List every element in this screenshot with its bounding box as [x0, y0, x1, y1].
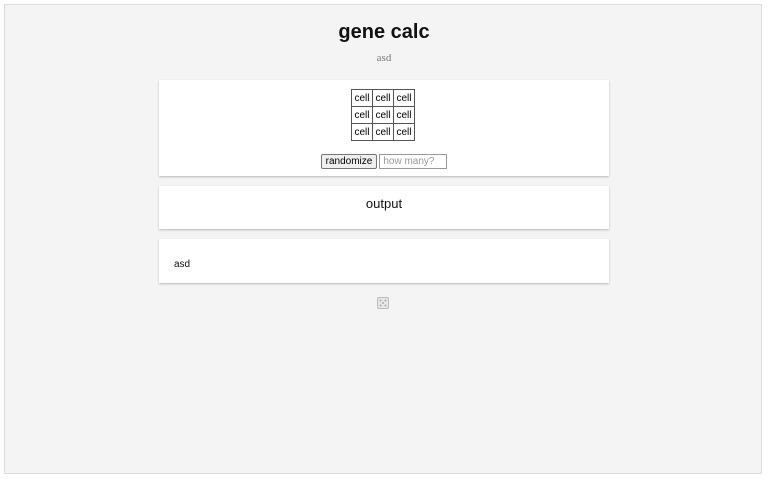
note-text: asd	[174, 259, 191, 270]
page-title: gene calc	[338, 21, 430, 43]
grid-cell[interactable]: cell	[393, 106, 415, 124]
page-subtitle: asd	[376, 52, 392, 64]
grid-controls: randomize	[159, 152, 609, 170]
output-card: output	[159, 186, 609, 229]
grid-cell[interactable]: cell	[351, 123, 373, 141]
grid-cell[interactable]: cell	[393, 123, 415, 141]
output-heading: output	[365, 196, 403, 211]
grid-cell[interactable]: cell	[351, 89, 373, 107]
grid-cell[interactable]: cell	[393, 89, 415, 107]
grid-row: cell cell cell	[351, 123, 415, 141]
grid-cell[interactable]: cell	[372, 106, 394, 124]
grid-cell[interactable]: cell	[351, 106, 373, 124]
grid-card: cell cell cell cell cell cell cell cell …	[159, 80, 609, 176]
randomize-button[interactable]: randomize	[320, 153, 378, 169]
grid-cell[interactable]: cell	[372, 123, 394, 141]
note-card: asd	[159, 239, 609, 283]
grid-row: cell cell cell	[351, 89, 415, 107]
count-input[interactable]	[379, 153, 448, 169]
grid-cell[interactable]: cell	[372, 89, 394, 107]
app-frame: gene calc asd cell cell cell cell cell c…	[4, 4, 762, 474]
grid-row: cell cell cell	[351, 106, 415, 124]
dice-icon[interactable]	[377, 297, 389, 309]
gene-grid: cell cell cell cell cell cell cell cell …	[351, 89, 415, 141]
